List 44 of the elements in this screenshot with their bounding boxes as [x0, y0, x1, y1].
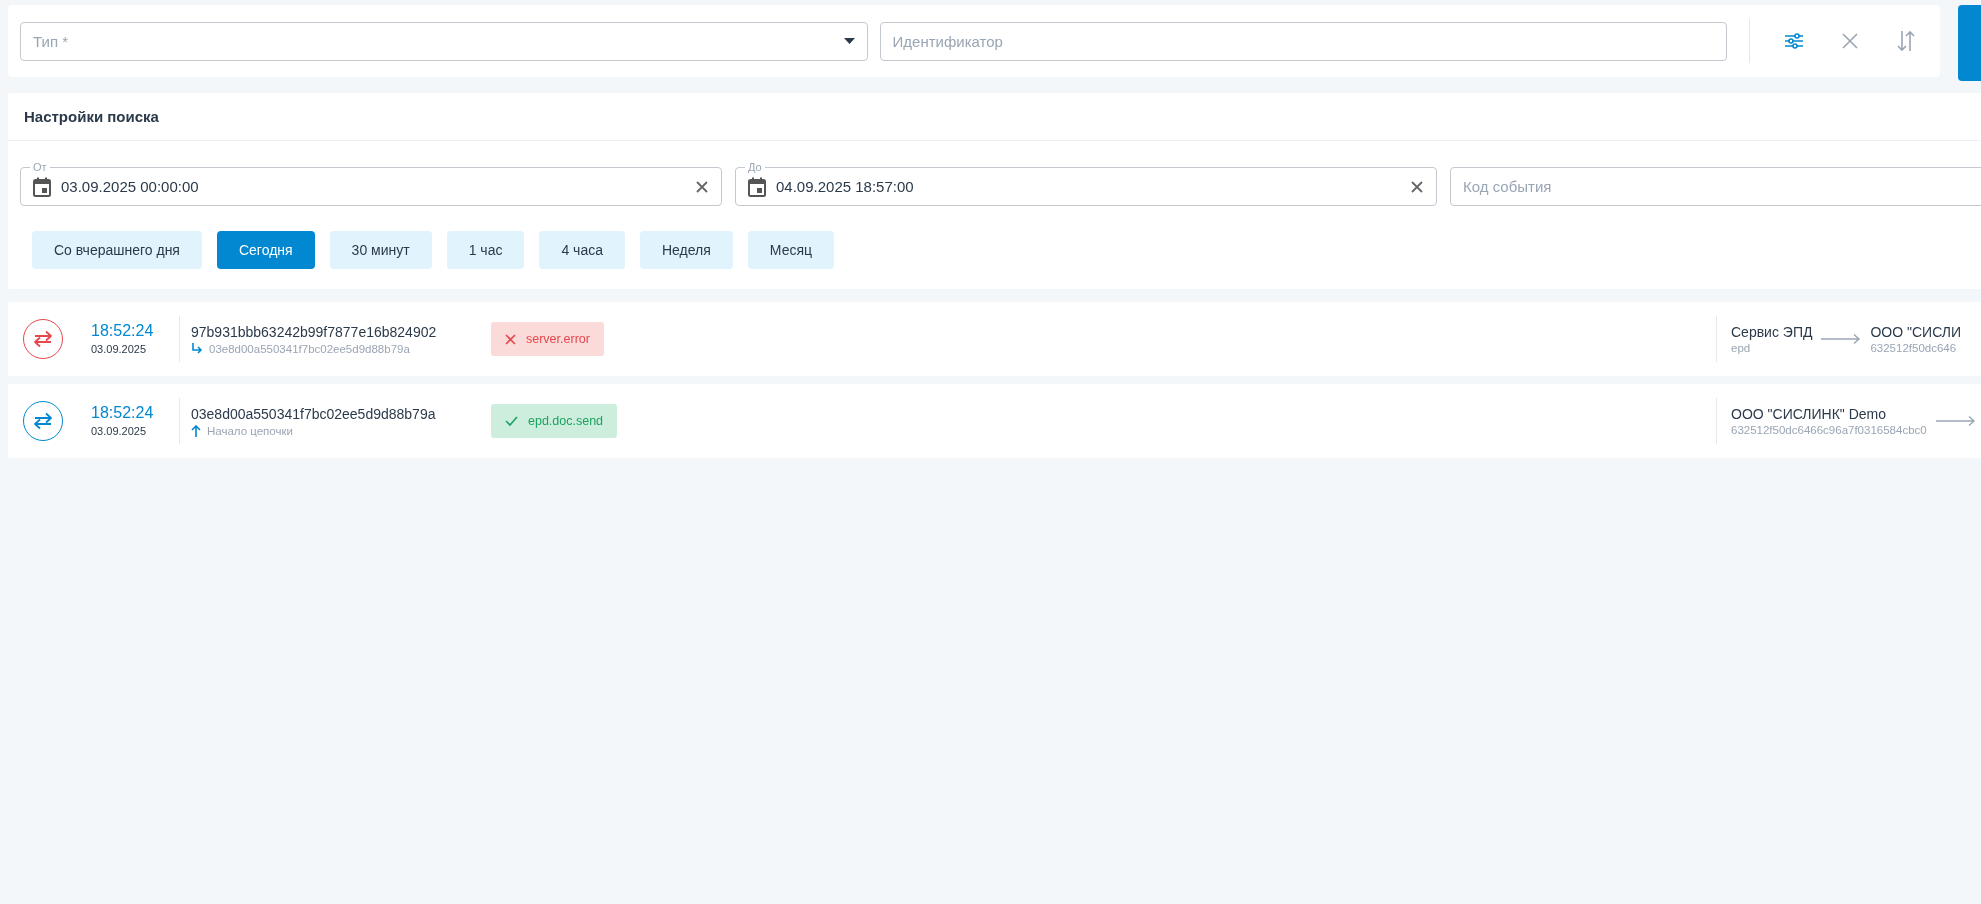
event-type-badge: server.error [491, 322, 604, 356]
right-arrow-icon [1821, 333, 1862, 345]
event-time: 18:52:24 [91, 321, 154, 341]
exchange-arrows-icon [31, 412, 55, 430]
right-arrow-icon [1935, 415, 1976, 427]
sender-name: Сервис ЭПД [1731, 324, 1813, 340]
event-id: 97b931bbb63242b99f7877e16b824902 [191, 323, 438, 340]
close-icon [1842, 33, 1858, 49]
panel-title: Настройки поиска [24, 108, 159, 125]
dropdown-caret-icon [843, 38, 855, 44]
calendar-icon [33, 176, 51, 197]
sender-id: epd [1731, 342, 1752, 354]
event-row[interactable]: 18:52:24 03.09.2025 03e8d00a550341f7bc02ee5d9d88b79a Начало цепочки epd.doc.send ООО "СИСЛИНК" Demo 632512f50dc6466c96a7f0316584cbc0 [8, 384, 1981, 458]
field-label: От [30, 160, 50, 174]
sender-id: 632512f50dc6466c96a7f0316584cbc0 [1731, 424, 1927, 436]
close-icon [505, 333, 516, 345]
event-row[interactable]: 18:52:24 03.09.2025 97b931bbb63242b99f7877e16b824902 03e8d00a550341f7bc02ee5d9d88b79a server.error Сервис ЭПД epd ООО "СИСЛИ 632512f50dc646 [8, 302, 1981, 376]
period-chip[interactable]: 30 минут [329, 231, 432, 269]
check-icon [505, 416, 518, 426]
event-type-badge: epd.doc.send [491, 404, 618, 438]
period-chip[interactable]: 1 час [446, 231, 525, 269]
receiver-id: 632512f50dc646 [1870, 342, 1958, 354]
field-label: До [745, 160, 765, 174]
period-chip[interactable]: Неделя [640, 231, 733, 269]
parent-id: Начало цепочки [207, 424, 293, 437]
parent-id: 03e8d00a550341f7bc02ee5d9d88b79a [209, 342, 410, 355]
up-arrow-icon [191, 424, 201, 437]
turn-arrow-icon [191, 342, 203, 355]
period-chip[interactable]: Со вчерашнего дня [32, 231, 202, 269]
event-date: 03.09.2025 [91, 342, 147, 357]
sender-name: ООО "СИСЛИНК" Demo [1731, 406, 1888, 422]
receiver-name: ООО "СИСЛИ [1870, 324, 1962, 340]
calendar-icon [748, 176, 766, 197]
period-chip[interactable]: Месяц [747, 231, 835, 269]
event-id: 03e8d00a550341f7bc02ee5d9d88b79a [191, 405, 437, 422]
sort-arrows-icon [1896, 30, 1916, 52]
period-chip[interactable]: Сегодня [216, 231, 315, 269]
clear-icon[interactable] [695, 179, 709, 194]
event-date: 03.09.2025 [91, 424, 147, 439]
exchange-arrows-icon [31, 330, 55, 348]
sliders-icon [1785, 33, 1803, 49]
event-time: 18:52:24 [91, 403, 154, 423]
period-chip[interactable]: 4 часа [539, 231, 625, 269]
clear-icon[interactable] [1410, 179, 1424, 194]
